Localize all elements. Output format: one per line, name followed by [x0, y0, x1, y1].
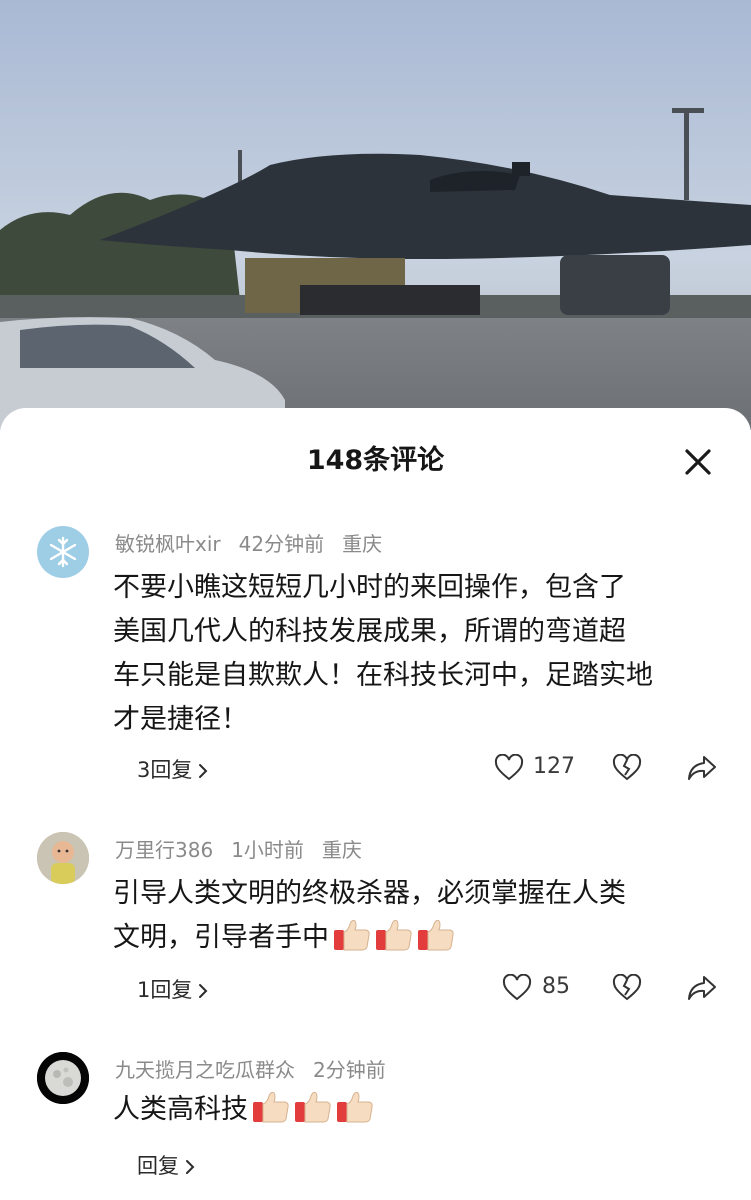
comment-text: 不要小瞧这短短几小时的来回操作，包含了 美国几代人的科技发展成果，所谓的弯道超 …: [113, 566, 723, 742]
reply-count-label: 回复: [137, 1154, 179, 1178]
reply-count-label: 1回复: [137, 978, 193, 1002]
comment-text-line: 才是捷径！: [113, 704, 248, 735]
comment-username[interactable]: 万里行386: [115, 838, 213, 862]
thumbs-up-emoji: [334, 919, 370, 951]
thumbs-up-emoji: [253, 1091, 289, 1123]
user-avatar[interactable]: [37, 526, 89, 578]
like-count: 85: [542, 974, 570, 999]
comment-text-line: 文明，引导者手中: [113, 922, 329, 953]
chevron-right-icon: [199, 764, 208, 778]
thumbs-up-emoji: [418, 919, 454, 951]
view-replies-button[interactable]: 3回复: [137, 754, 208, 784]
comment-text-line: 人类高科技: [113, 1094, 248, 1125]
heart-icon[interactable]: [502, 974, 532, 1002]
chevron-right-icon: [199, 984, 208, 998]
baby-photo: [37, 832, 89, 884]
view-replies-button[interactable]: 1回复: [137, 974, 208, 1004]
comment-text-line: 引导人类文明的终极杀器，必须掌握在人类: [113, 878, 626, 909]
comment-text-line: 不要小瞧这短短几小时的来回操作，包含了: [113, 572, 626, 603]
comment-time: 1小时前: [231, 838, 304, 862]
user-avatar[interactable]: [37, 832, 89, 884]
view-replies-button[interactable]: 回复: [137, 1150, 195, 1180]
comment-text: 人类高科技: [113, 1088, 723, 1132]
comment-text-line: 文明，引导者手中: [113, 916, 723, 960]
comments-sheet: 148条评论 敏锐枫叶xir 42分钟前 重庆 不要小瞧这短短几小时的来回操作，包含…: [0, 408, 751, 1200]
comment-time: 42分钟前: [238, 532, 325, 556]
broken-heart-icon[interactable]: [612, 974, 642, 1002]
comment-meta: 万里行386 1小时前 重庆: [115, 834, 380, 863]
comment-text: 引导人类文明的终极杀器，必须掌握在人类 文明，引导者手中: [113, 872, 723, 960]
comment-text-line: 人类高科技: [113, 1088, 723, 1132]
heart-icon[interactable]: [494, 754, 524, 782]
comment-meta: 九天揽月之吃瓜群众 2分钟前: [115, 1054, 404, 1083]
comment-time: 2分钟前: [313, 1058, 386, 1082]
reply-count-label: 3回复: [137, 758, 193, 782]
chevron-right-icon: [186, 1160, 195, 1174]
thumbs-up-emoji: [376, 919, 412, 951]
comment-username[interactable]: 敏锐枫叶xir: [115, 532, 221, 556]
share-arrow-icon[interactable]: [686, 974, 718, 1002]
share-arrow-icon[interactable]: [686, 754, 718, 782]
comment-text-line: 美国几代人的科技发展成果，所谓的弯道超: [113, 616, 626, 647]
thumbs-up-emoji: [295, 1091, 331, 1123]
comment-location: 重庆: [342, 532, 383, 556]
comment-username[interactable]: 九天揽月之吃瓜群众: [115, 1058, 295, 1082]
close-icon[interactable]: [676, 440, 720, 484]
broken-heart-icon[interactable]: [612, 754, 642, 782]
comment-text-line: 车只能是自欺欺人！在科技长河中，足踏实地: [113, 660, 653, 691]
comment-meta: 敏锐枫叶xir 42分钟前 重庆: [115, 528, 400, 557]
user-avatar[interactable]: [37, 1052, 89, 1104]
moon-photo: [37, 1052, 89, 1104]
comments-count-title: 148条评论: [306, 445, 445, 476]
snowflake-icon: [49, 536, 77, 568]
comment-location: 重庆: [321, 838, 362, 862]
thumbs-up-emoji: [337, 1091, 373, 1123]
video-frame[interactable]: [0, 0, 751, 430]
like-count: 127: [533, 754, 575, 779]
